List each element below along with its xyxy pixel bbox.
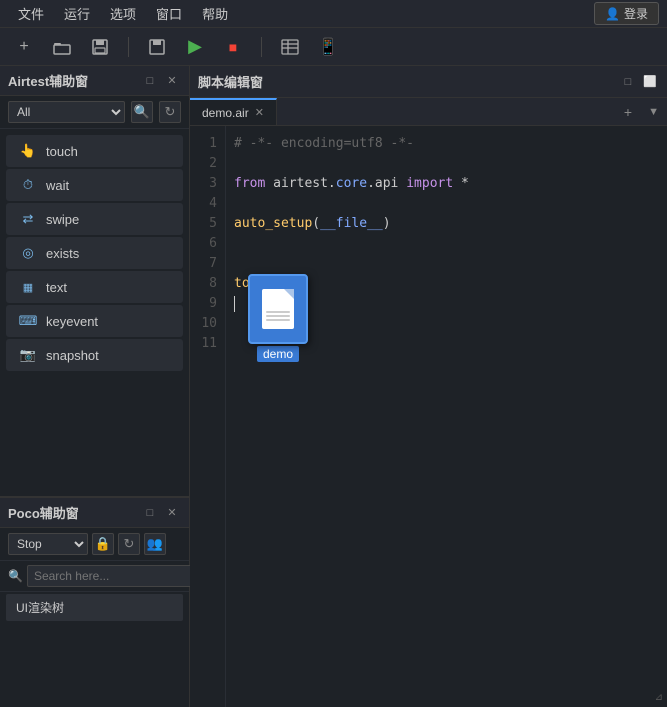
menubar: 文件 运行 选项 窗口 帮助 👤 登录 xyxy=(0,0,667,28)
table-button[interactable] xyxy=(276,33,304,61)
poco-panel: Poco辅助窗 □ ✕ Stop 🔒 ↻ 👥 🔍 UI渲染树 xyxy=(0,497,189,707)
airtest-dropdown[interactable]: All xyxy=(8,101,125,123)
wait-label: wait xyxy=(46,178,69,193)
tab-close-btn[interactable]: ✕ xyxy=(255,106,264,119)
tab-label: demo.air xyxy=(202,106,249,120)
poco-search-input[interactable] xyxy=(27,565,196,587)
poco-search-row: 🔍 xyxy=(0,561,189,592)
code-line-7 xyxy=(234,254,659,274)
text-cursor xyxy=(234,296,235,312)
save-button[interactable] xyxy=(86,33,114,61)
open-button[interactable] xyxy=(48,33,76,61)
code-line-1: # -*- encoding=utf8 -*- xyxy=(234,134,659,154)
stop-button[interactable]: ■ xyxy=(219,33,247,61)
poco-refresh-btn[interactable]: ↻ xyxy=(118,533,140,555)
login-button[interactable]: 👤 登录 xyxy=(594,2,659,25)
code-line-4 xyxy=(234,194,659,214)
airtest-item-wait[interactable]: ⏱ wait xyxy=(6,169,183,201)
airtest-item-swipe[interactable]: ⇄ swipe xyxy=(6,203,183,235)
poco-title: Poco辅助窗 xyxy=(8,503,79,522)
menu-run[interactable]: 运行 xyxy=(54,2,100,25)
editor-header-icons: □ ⬜ xyxy=(619,73,659,91)
airtest-header: Airtest辅助窗 □ ✕ xyxy=(0,66,189,96)
tabs-menu-btn[interactable]: ▼ xyxy=(640,102,667,122)
file-icon-box[interactable] xyxy=(248,274,308,344)
menu-help[interactable]: 帮助 xyxy=(192,2,238,25)
airtest-item-text[interactable]: ▦ text xyxy=(6,271,183,303)
user-icon: 👤 xyxy=(605,7,620,21)
keyevent-icon: ⌨ xyxy=(18,311,38,331)
code-lines[interactable]: # -*- encoding=utf8 -*- from airtest. co… xyxy=(226,126,667,707)
code-line-5: auto_setup ( __file__ ) xyxy=(234,214,659,234)
device-button[interactable]: 📱 xyxy=(314,33,342,61)
editor-maximize-btn[interactable]: ⬜ xyxy=(641,73,659,91)
toolbar: + ▶ ■ 📱 xyxy=(0,28,667,66)
poco-tree-item[interactable]: UI渲染树 xyxy=(6,594,183,621)
editor-header: 脚本编辑窗 □ ⬜ xyxy=(190,66,667,98)
airtest-refresh-btn[interactable]: ↻ xyxy=(159,101,181,123)
code-line-6 xyxy=(234,234,659,254)
code-line-2 xyxy=(234,154,659,174)
editor-tabs: demo.air ✕ + ▼ xyxy=(190,98,667,126)
menu-options[interactable]: 选项 xyxy=(100,2,146,25)
airtest-title: Airtest辅助窗 xyxy=(8,71,88,90)
poco-controls: Stop 🔒 ↻ 👥 xyxy=(0,528,189,561)
swipe-icon: ⇄ xyxy=(18,209,38,229)
file-doc-icon xyxy=(262,289,294,329)
text-icon: ▦ xyxy=(18,277,38,297)
editor-minimize-btn[interactable]: □ xyxy=(619,73,637,91)
text-label: text xyxy=(46,280,67,295)
add-tab-btn[interactable]: + xyxy=(616,100,640,124)
main-layout: Airtest辅助窗 □ ✕ All 🔍 ↻ 👆 touch xyxy=(0,66,667,707)
keyevent-label: keyevent xyxy=(46,314,98,329)
menu-file[interactable]: 文件 xyxy=(8,2,54,25)
code-area: 1 2 3 4 5 6 7 8 9 10 11 # -*- encoding=u… xyxy=(190,126,667,707)
file-tooltip: demo xyxy=(248,274,308,362)
snapshot-icon: 📷 xyxy=(18,345,38,365)
poco-close-btn[interactable]: ✕ xyxy=(163,504,181,522)
wait-icon: ⏱ xyxy=(18,175,38,195)
poco-minimize-btn[interactable]: □ xyxy=(141,504,159,522)
poco-stop-dropdown[interactable]: Stop xyxy=(8,533,88,555)
exists-label: exists xyxy=(46,246,79,261)
snapshot-label: snapshot xyxy=(46,348,99,363)
exists-icon: ◎ xyxy=(18,243,38,263)
airtest-close-btn[interactable]: ✕ xyxy=(163,72,181,90)
separator2 xyxy=(261,37,262,57)
airtest-item-keyevent[interactable]: ⌨ keyevent xyxy=(6,305,183,337)
poco-lock-btn[interactable]: 🔒 xyxy=(92,533,114,555)
airtest-items-list: 👆 touch ⏱ wait ⇄ swipe ◎ exists ▦ tex xyxy=(0,129,189,496)
airtest-minimize-btn[interactable]: □ xyxy=(141,72,159,90)
new-button[interactable]: + xyxy=(10,33,38,61)
swipe-label: swipe xyxy=(46,212,79,227)
line-numbers: 1 2 3 4 5 6 7 8 9 10 11 xyxy=(190,126,226,707)
separator xyxy=(128,37,129,57)
airtest-item-exists[interactable]: ◎ exists xyxy=(6,237,183,269)
airtest-header-icons: □ ✕ xyxy=(141,72,181,90)
airtest-item-touch[interactable]: 👆 touch xyxy=(6,135,183,167)
save2-button[interactable] xyxy=(143,33,171,61)
poco-search-icon: 🔍 xyxy=(8,569,23,583)
airtest-controls: All 🔍 ↻ xyxy=(0,96,189,129)
run-button[interactable]: ▶ xyxy=(181,33,209,61)
file-icon-lines xyxy=(266,311,290,323)
poco-header-icons: □ ✕ xyxy=(141,504,181,522)
resize-handle: ⊿ xyxy=(655,692,663,703)
editor-panel: 脚本编辑窗 □ ⬜ demo.air ✕ + ▼ 1 2 3 4 5 xyxy=(190,66,667,707)
editor-title: 脚本编辑窗 xyxy=(198,72,263,91)
file-label: demo xyxy=(257,346,299,362)
menu-window[interactable]: 窗口 xyxy=(146,2,192,25)
poco-settings-btn[interactable]: 👥 xyxy=(144,533,166,555)
airtest-panel: Airtest辅助窗 □ ✕ All 🔍 ↻ 👆 touch xyxy=(0,66,189,497)
touch-label: touch xyxy=(46,144,78,159)
airtest-item-snapshot[interactable]: 📷 snapshot xyxy=(6,339,183,371)
tab-demo-air[interactable]: demo.air ✕ xyxy=(190,98,277,125)
airtest-search-btn[interactable]: 🔍 xyxy=(131,101,153,123)
poco-header: Poco辅助窗 □ ✕ xyxy=(0,498,189,528)
left-panel: Airtest辅助窗 □ ✕ All 🔍 ↻ 👆 touch xyxy=(0,66,190,707)
code-line-3: from airtest. core .api import * xyxy=(234,174,659,194)
touch-icon: 👆 xyxy=(18,141,38,161)
